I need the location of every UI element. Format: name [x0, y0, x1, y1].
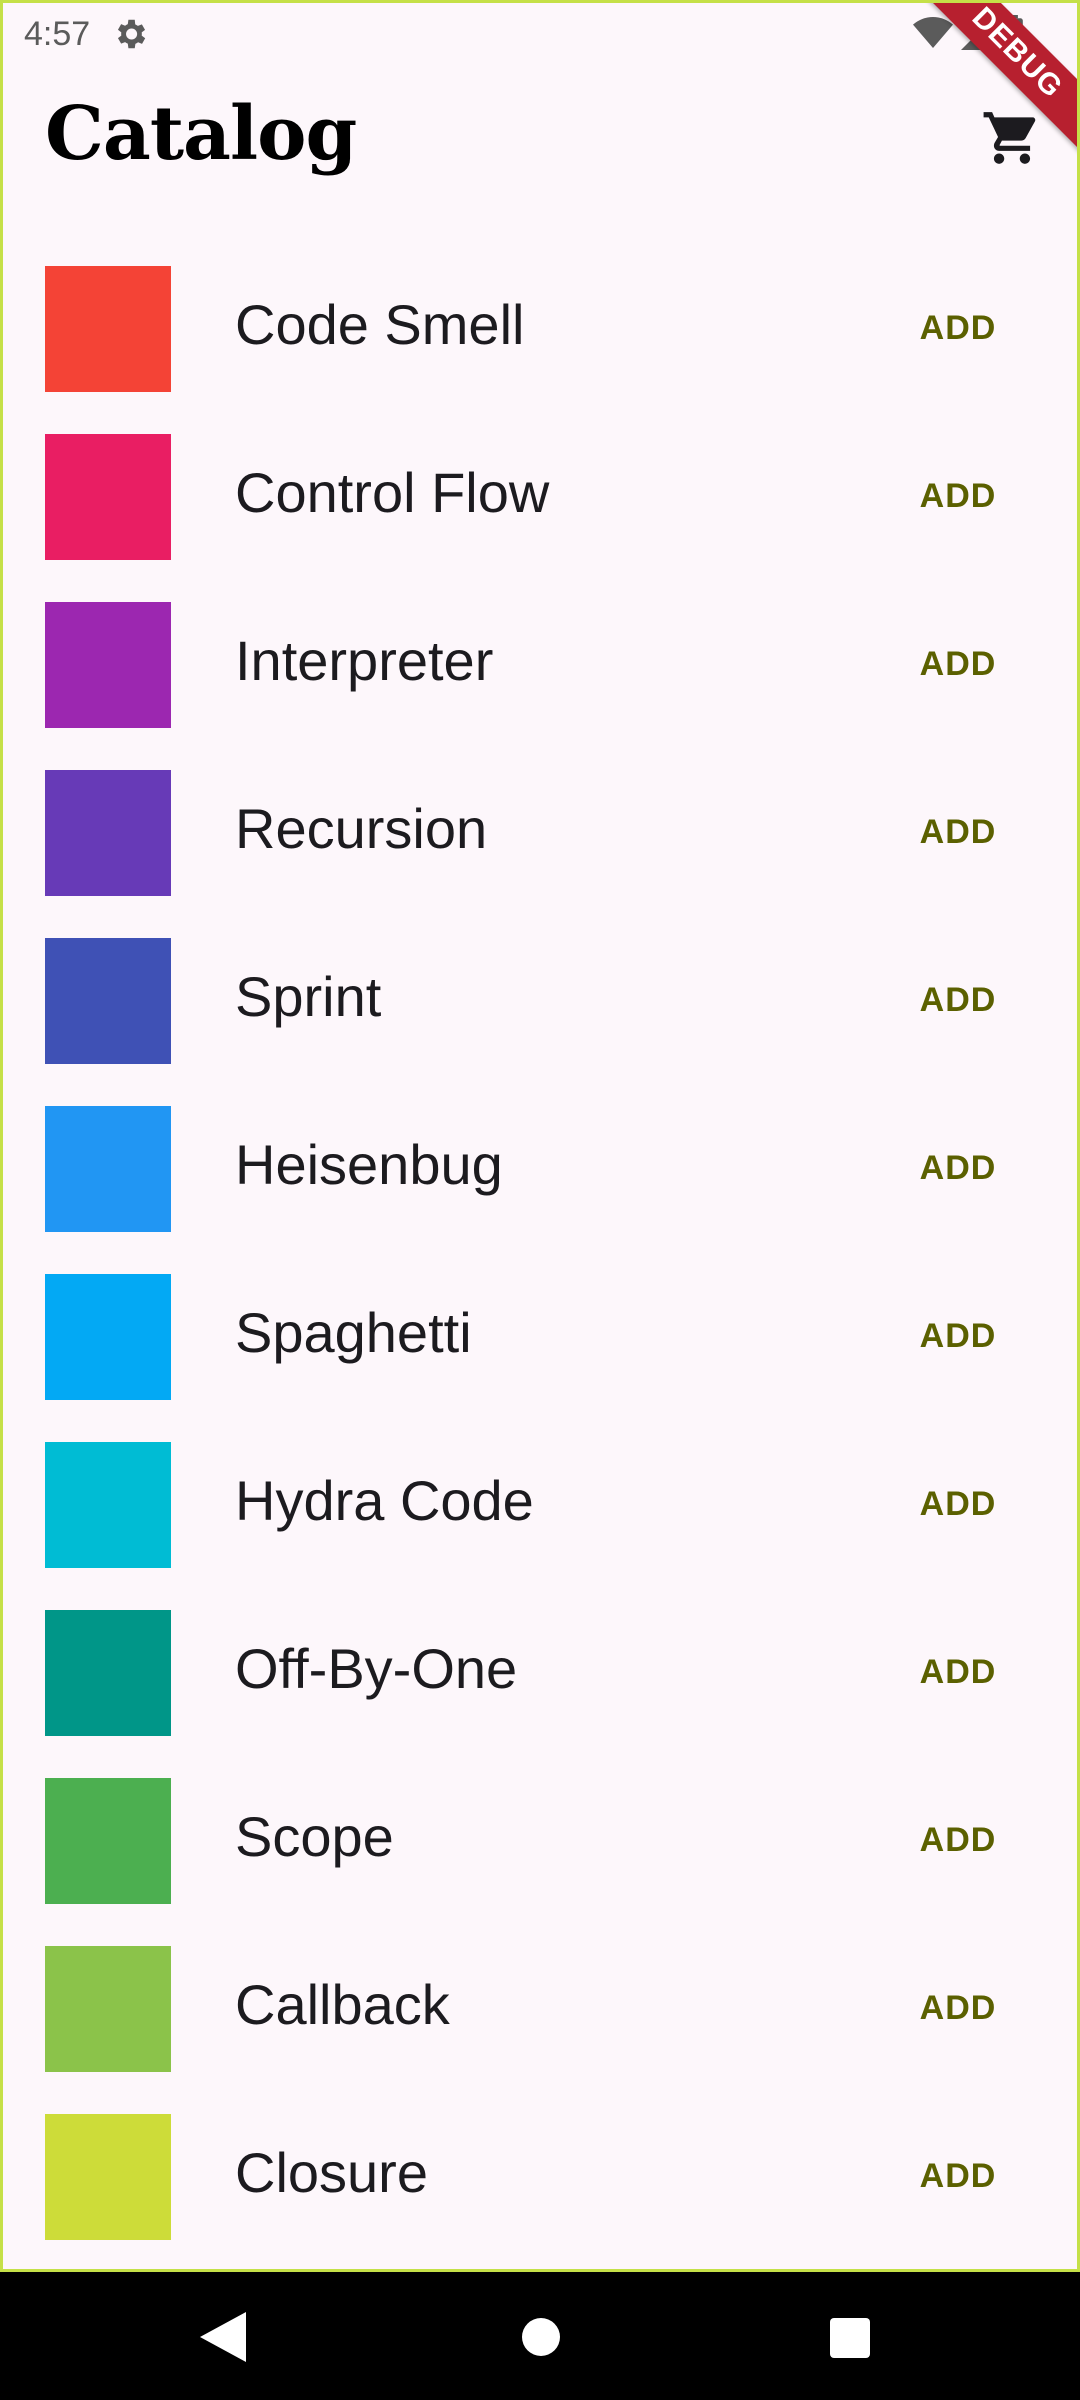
- add-button[interactable]: ADD: [903, 2138, 1013, 2214]
- recents-icon[interactable]: [830, 2318, 870, 2358]
- item-name: Control Flow: [235, 461, 550, 524]
- item-name: Sprint: [235, 965, 382, 1028]
- add-button[interactable]: ADD: [903, 962, 1013, 1038]
- item-color-swatch: [45, 770, 171, 896]
- list-item: Recursion ADD: [3, 770, 1077, 938]
- item-color-swatch: [45, 1610, 171, 1736]
- item-color-swatch: [45, 266, 171, 392]
- add-button[interactable]: ADD: [903, 1466, 1013, 1542]
- item-name: Callback: [235, 1973, 450, 2036]
- list-item: Sprint ADD: [3, 938, 1077, 1106]
- add-button[interactable]: ADD: [903, 1634, 1013, 1710]
- item-name: Hydra Code: [235, 1469, 534, 1532]
- shopping-cart-icon[interactable]: [981, 107, 1043, 169]
- item-color-swatch: [45, 2114, 171, 2240]
- system-nav-bar: [0, 2272, 1080, 2400]
- item-name: Heisenbug: [235, 1133, 503, 1196]
- list-item: Code Smell ADD: [3, 266, 1077, 434]
- item-name: Recursion: [235, 797, 488, 860]
- item-name: Interpreter: [235, 629, 494, 692]
- item-color-swatch: [45, 1946, 171, 2072]
- item-name: Closure: [235, 2141, 428, 2204]
- list-item: Heisenbug ADD: [3, 1106, 1077, 1274]
- item-name: Off-By-One: [235, 1637, 518, 1700]
- item-color-swatch: [45, 1778, 171, 1904]
- item-color-swatch: [45, 1274, 171, 1400]
- list-item: Callback ADD: [3, 1946, 1077, 2114]
- item-name: Scope: [235, 1805, 394, 1868]
- home-icon[interactable]: [522, 2318, 560, 2356]
- list-item: Interpreter ADD: [3, 602, 1077, 770]
- item-color-swatch: [45, 602, 171, 728]
- list-item: Hydra Code ADD: [3, 1442, 1077, 1610]
- status-bar: 4:57: [3, 3, 1077, 67]
- list-item: Scope ADD: [3, 1778, 1077, 1946]
- add-button[interactable]: ADD: [903, 626, 1013, 702]
- item-name: Code Smell: [235, 293, 525, 356]
- add-button[interactable]: ADD: [903, 1130, 1013, 1206]
- item-color-swatch: [45, 1442, 171, 1568]
- list-item: Closure ADD: [3, 2114, 1077, 2269]
- add-button[interactable]: ADD: [903, 794, 1013, 870]
- item-color-swatch: [45, 1106, 171, 1232]
- back-icon[interactable]: [200, 2312, 246, 2362]
- settings-gear-icon: [117, 19, 146, 49]
- list-item: Off-By-One ADD: [3, 1610, 1077, 1778]
- add-button[interactable]: ADD: [903, 290, 1013, 366]
- status-time: 4:57: [24, 15, 91, 53]
- add-button[interactable]: ADD: [903, 458, 1013, 534]
- app-frame: 4:57 DEBUG Catalog Code Smell ADD Control …: [0, 0, 1080, 2272]
- page-title: Catalog: [45, 91, 357, 177]
- wifi-icon: [913, 17, 953, 48]
- catalog-list: Code Smell ADD Control Flow ADD Interpreter A…: [3, 266, 1077, 2269]
- list-item: Spaghetti ADD: [3, 1274, 1077, 1442]
- add-button[interactable]: ADD: [903, 1970, 1013, 2046]
- item-color-swatch: [45, 938, 171, 1064]
- list-item: Control Flow ADD: [3, 434, 1077, 602]
- item-color-swatch: [45, 434, 171, 560]
- item-name: Spaghetti: [235, 1301, 472, 1364]
- add-button[interactable]: ADD: [903, 1298, 1013, 1374]
- add-button[interactable]: ADD: [903, 1802, 1013, 1878]
